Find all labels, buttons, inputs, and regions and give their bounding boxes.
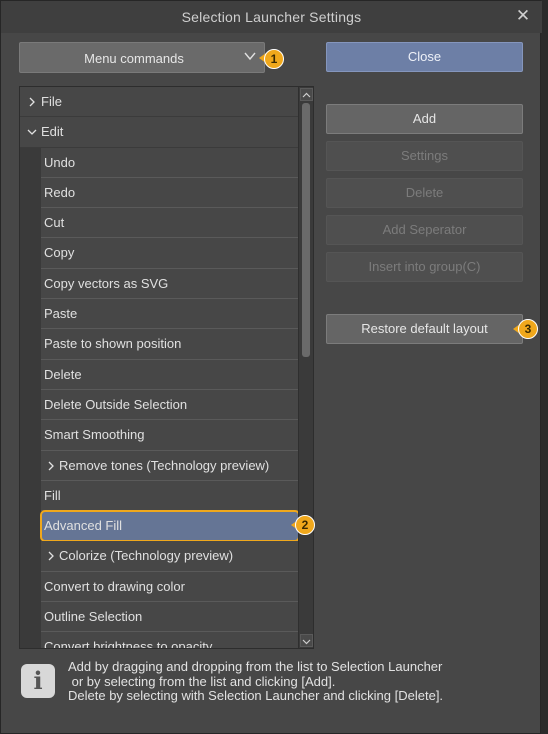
add-button[interactable]: Add (326, 104, 523, 134)
restore-default-layout-button[interactable]: Restore default layout (326, 314, 523, 344)
tree-command-row[interactable]: Redo (41, 177, 299, 209)
insert-into-group-button[interactable]: Insert into group(C) (326, 252, 523, 282)
tree-command-row[interactable]: Copy vectors as SVG (41, 268, 299, 300)
tree-row-label: Smart Smoothing (44, 427, 145, 443)
tree-command-row[interactable]: Fill (41, 480, 299, 512)
close-icon[interactable]: ✕ (514, 6, 532, 26)
tree-row-label: File (41, 94, 62, 109)
close-button[interactable]: Close (326, 42, 523, 72)
scroll-thumb[interactable] (302, 103, 310, 357)
tree-command-row[interactable]: Copy (41, 238, 299, 269)
tree-row-label: Copy vectors as SVG (44, 275, 169, 291)
tree-command-row[interactable]: Paste (41, 299, 299, 330)
tree-subgroup-row[interactable]: Colorize (Technology preview) (41, 541, 299, 572)
tree-category-row[interactable]: File (20, 87, 299, 118)
tree-row-label: Remove tones (Technology preview) (59, 457, 270, 473)
tree-row-label: Redo (44, 184, 76, 200)
tree-row-label: Edit (41, 124, 64, 140)
caret-down-icon (302, 639, 311, 645)
tree-command-row[interactable]: Convert brightness to opacity (41, 632, 299, 649)
tree-row-label: Delete (44, 366, 82, 382)
settings-dialog: Selection Launcher Settings ✕ Menu comma… (0, 0, 542, 734)
scroll-up-button[interactable] (300, 88, 313, 101)
scroll-down-button[interactable] (300, 634, 313, 647)
tree-row-label: Convert to drawing color (44, 578, 185, 594)
tree-subgroup-row[interactable]: Remove tones (Technology preview) (41, 450, 299, 481)
caret-up-icon (302, 92, 311, 98)
tree-command-row[interactable]: Delete Outside Selection (41, 389, 299, 421)
delete-button[interactable]: Delete (326, 178, 523, 208)
callout-badge-1: 1 (264, 49, 284, 69)
settings-button[interactable]: Settings (326, 141, 523, 171)
add-separator-button[interactable]: Add Seperator (326, 215, 523, 245)
tree-row-label: Fill (44, 487, 61, 503)
tree-row-label: Paste to shown position (44, 336, 182, 352)
title-bar: Selection Launcher Settings ✕ (1, 1, 542, 33)
tree-category-row[interactable]: Edit (20, 117, 299, 148)
info-text: Add by dragging and dropping from the li… (68, 659, 444, 703)
dropdown-label: Menu commands (84, 51, 184, 66)
command-category-dropdown[interactable]: Menu commands (19, 42, 265, 73)
chevron-right-icon[interactable] (26, 96, 38, 108)
tree-command-row[interactable]: Delete (41, 359, 299, 390)
tree-row-label: Copy (44, 245, 75, 261)
info-icon: i (21, 664, 55, 698)
tree-command-row[interactable]: Advanced Fill (40, 510, 300, 543)
tree-command-row[interactable]: Smart Smoothing (41, 420, 299, 451)
tree-row-label: Delete Outside Selection (44, 396, 188, 412)
command-tree-rows: File Edit Undo Redo Cut Copy Copy vectors as S… (20, 87, 300, 649)
info-panel: i Add by dragging and dropping from the … (19, 657, 523, 717)
callout-badge-2: 2 (295, 515, 315, 535)
list-scrollbar[interactable] (298, 87, 313, 648)
tree-row-label: Paste (44, 306, 78, 322)
tree-command-row[interactable]: Cut (41, 208, 299, 239)
tree-row-label: Cut (44, 215, 65, 231)
tree-command-row[interactable]: Convert to drawing color (41, 571, 299, 603)
tree-command-row[interactable]: Outline Selection (41, 602, 299, 633)
tree-command-row[interactable]: Undo (41, 147, 299, 178)
chevron-down-icon (244, 52, 256, 61)
tree-row-label: Undo (44, 154, 76, 170)
chevron-right-icon[interactable] (45, 460, 57, 472)
chevron-right-icon[interactable] (45, 550, 57, 562)
chevron-down-icon[interactable] (26, 126, 38, 138)
dialog-title: Selection Launcher Settings (181, 9, 362, 25)
tree-command-row[interactable]: Paste to shown position (41, 329, 299, 360)
tree-row-label: Advanced Fill (44, 518, 123, 534)
tree-row-label: Convert brightness to opacity (44, 639, 213, 649)
tree-row-label: Colorize (Technology preview) (59, 548, 234, 564)
callout-badge-3: 3 (518, 319, 538, 339)
tree-row-label: Outline Selection (44, 609, 143, 625)
command-tree-list[interactable]: File Edit Undo Redo Cut Copy Copy vectors as S… (19, 86, 314, 649)
